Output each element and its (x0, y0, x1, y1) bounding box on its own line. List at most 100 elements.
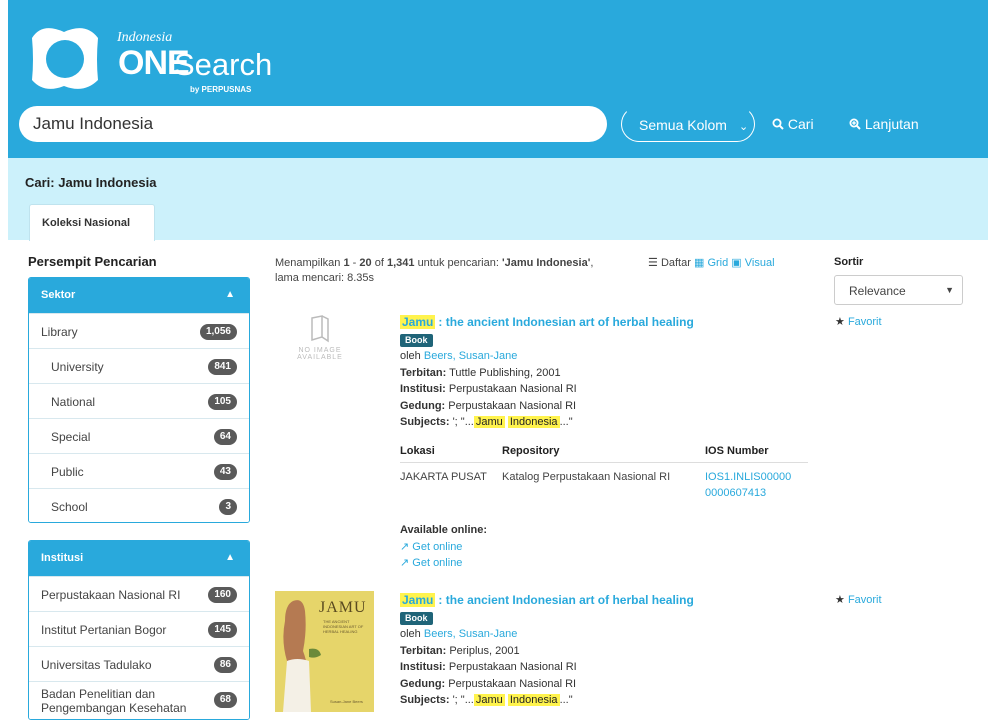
view-visual[interactable]: ▣ Visual (731, 257, 774, 269)
subject-prefix: '; "... (452, 694, 474, 706)
advanced-search-label: Lanjutan (864, 116, 919, 132)
field-value: Perpustakaan Nasional RI (448, 383, 577, 395)
facet-item-ipb[interactable]: Institut Pertanian Bogor 145 (29, 611, 249, 646)
list-icon: ☰ (648, 257, 658, 269)
result-record: Jamu : the ancient Indonesian art of her… (400, 592, 820, 709)
field-value: Tuttle Publishing, 2001 (449, 366, 561, 379)
view-grid[interactable]: ▦ Grid (694, 257, 728, 269)
view-switcher: ☰ Daftar ▦ Grid ▣ Visual (648, 256, 775, 269)
author-link[interactable]: Beers, Susan-Jane (424, 628, 518, 640)
facet-item-tadulako[interactable]: Universitas Tadulako 86 (29, 646, 249, 681)
facet-institusi-title: Institusi (41, 552, 84, 564)
scope-label: Semua Kolom (639, 117, 727, 133)
count-badge: 841 (208, 359, 237, 375)
facet-item-label: National (51, 395, 96, 409)
facet-item-university[interactable]: University 841 (29, 348, 249, 383)
search-context-bar: Cari: Jamu Indonesia Koleksi Nasional (8, 158, 988, 241)
star-icon: ★ (835, 594, 845, 606)
by-label: oleh (400, 628, 421, 640)
ios-number-link[interactable]: IOS1.INLIS00000 0000607413 (705, 463, 808, 508)
field-label: Terbitan: (400, 644, 447, 657)
facet-institusi: Institusi ▲ Perpustakaan Nasional RI 160 I… (28, 540, 250, 720)
count-badge: 1,056 (199, 324, 237, 340)
subject-highlight: Indonesia (507, 694, 560, 706)
record-title[interactable]: Jamu : the ancient Indonesian art of her… (400, 592, 820, 610)
range-sep: - (352, 257, 357, 269)
subject-highlight: Jamu (473, 416, 505, 428)
facet-item-label: Library (41, 325, 78, 339)
facet-institusi-header[interactable]: Institusi ▲ (29, 541, 249, 576)
field-label: Institusi: (400, 661, 446, 673)
record-title[interactable]: Jamu : the ancient Indonesian art of her… (400, 314, 820, 332)
facet-item-public[interactable]: Public 43 (29, 453, 249, 488)
count-badge: 43 (213, 464, 237, 480)
advanced-search-button[interactable]: Lanjutan (849, 116, 919, 132)
range-start: 1 (343, 257, 350, 269)
onesearch-logo[interactable]: Indonesia ONE Search by PERPUSNAS (24, 18, 272, 98)
favorite-button[interactable]: ★ Favorit (835, 315, 882, 328)
field-label: Gedung: (400, 677, 446, 690)
sort-select[interactable]: Relevance ▼ (834, 275, 963, 305)
tab-koleksi-nasional[interactable]: Koleksi Nasional (29, 204, 155, 241)
author-link[interactable]: Beers, Susan-Jane (424, 350, 518, 362)
field-value: Perpustakaan Nasional RI (448, 661, 577, 673)
ios-line: IOS1.INLIS00000 (705, 471, 792, 483)
facet-item-label: Perpustakaan Nasional RI (41, 588, 181, 602)
facets-title: Persempit Pencarian (28, 254, 157, 269)
facet-sektor-header[interactable]: Sektor ▲ (29, 278, 249, 313)
scope-dropdown[interactable]: Semua Kolom ⌄ (621, 106, 755, 142)
title-highlight: Jamu (400, 593, 436, 607)
external-link-icon: ↗ (400, 540, 410, 553)
summary-prefix: Menampilkan (275, 257, 341, 269)
search-time: lama mencari: 8.35s (275, 272, 375, 284)
facet-item-label: Public (51, 465, 84, 479)
external-link-icon: ↗ (400, 557, 410, 569)
facet-item-special[interactable]: Special 64 (29, 418, 249, 453)
search-button[interactable]: Cari (772, 116, 814, 132)
book-cover-image[interactable]: JAMU THE ANCIENT INDONESIAN ART OF HERBA… (275, 591, 374, 712)
online-links: Available online: ↗ Get online ↗ Get onl… (400, 522, 820, 572)
favorite-button[interactable]: ★ Favorit (835, 593, 882, 606)
table-header: IOS Number (705, 440, 808, 463)
online-label: Available online: (400, 524, 488, 536)
field-label: Subjects: (400, 416, 450, 428)
get-online-label: Get online (412, 557, 463, 569)
count-badge: 145 (208, 622, 237, 638)
get-online-link[interactable]: ↗ Get online (400, 539, 820, 556)
logo-mark-icon (32, 28, 98, 89)
logo-search-text: Search (174, 47, 273, 82)
count-badge: 64 (213, 429, 237, 445)
count-badge: 105 (208, 394, 237, 410)
field-label: Terbitan: (400, 366, 447, 379)
table-cell: JAKARTA PUSAT (400, 471, 487, 483)
film-icon: ▣ (731, 257, 742, 269)
facet-sektor-title: Sektor (41, 289, 76, 301)
title-text: : the ancient Indonesian art of herbal h… (438, 593, 694, 607)
field-label: Subjects: (400, 694, 450, 706)
facet-item-perpusnas[interactable]: Perpustakaan Nasional RI 160 (29, 576, 249, 611)
query-text: 'Jamu Indonesia' (501, 257, 591, 269)
chevron-down-icon: ▼ (945, 285, 954, 295)
sort-value: Relevance (849, 284, 906, 298)
page-title: Cari: Jamu Indonesia (25, 175, 157, 190)
view-list-label: Daftar (660, 257, 691, 269)
table-header: Repository (502, 440, 705, 463)
facet-item-school[interactable]: School 3 (29, 488, 249, 522)
get-online-label: Get online (412, 540, 463, 553)
search-input[interactable] (19, 106, 607, 142)
subject-prefix: '; "... (452, 416, 474, 428)
count-badge: 86 (213, 657, 237, 673)
no-image-text: NO IMAGE (298, 347, 342, 354)
count-badge: 3 (219, 499, 237, 515)
format-badge: Book (400, 611, 433, 625)
title-highlight: Jamu (400, 315, 436, 329)
cover-title: JAMU (319, 599, 367, 616)
get-online-link[interactable]: ↗ Get online (400, 555, 820, 572)
query-label: untuk pencarian: (417, 257, 499, 269)
facet-item-library[interactable]: Library 1,056 (29, 313, 249, 348)
view-list[interactable]: ☰ Daftar (648, 257, 691, 269)
grid-icon: ▦ (693, 257, 705, 269)
field-label: Institusi: (400, 383, 446, 395)
facet-item-balitbangkes[interactable]: Badan Penelitian dan Pengembangan Keseha… (29, 681, 249, 719)
facet-item-national[interactable]: National 105 (29, 383, 249, 418)
